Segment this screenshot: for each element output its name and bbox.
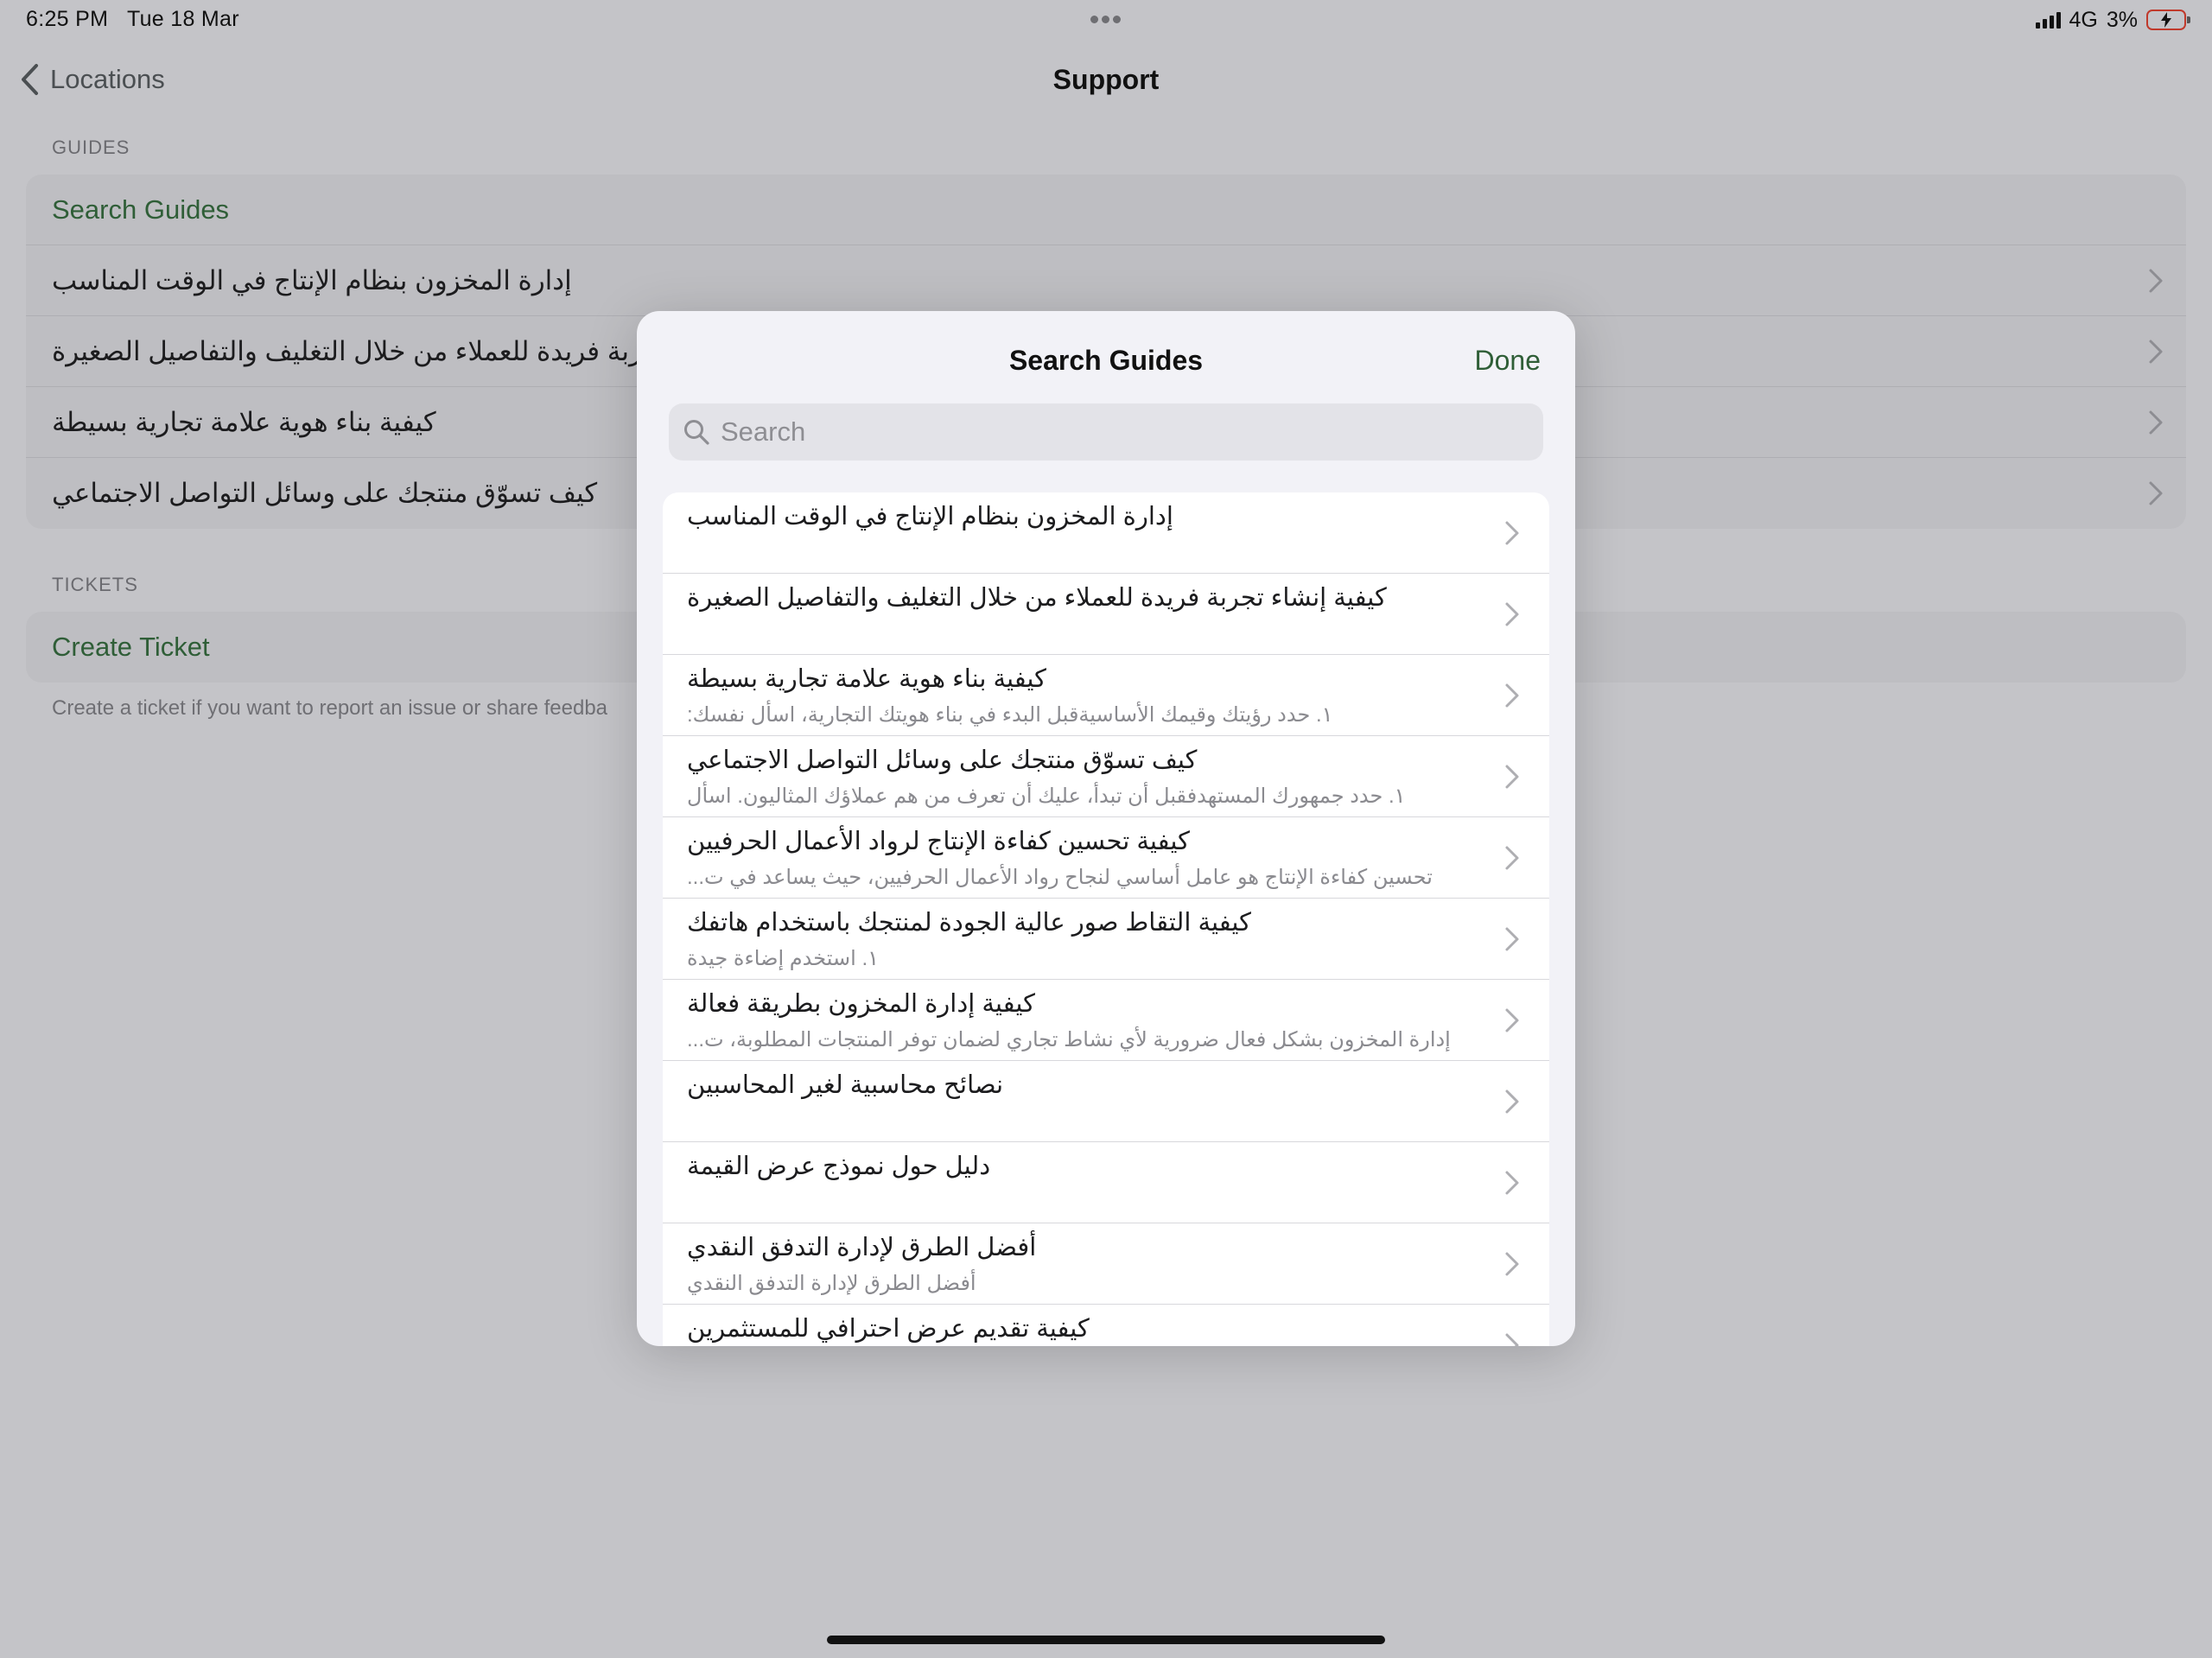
list-item[interactable]: كيفية إدارة المخزون بطريقة فعالة إدارة ا…	[663, 980, 1549, 1061]
guide-row-label: كيفية بناء هوية علامة تجارية بسيطة	[52, 406, 436, 437]
list-item[interactable]: إدارة المخزون بنظام الإنتاج في الوقت الم…	[663, 492, 1549, 574]
search-bar[interactable]	[669, 403, 1543, 461]
page-title: Support	[1052, 64, 1160, 95]
search-results-list: إدارة المخزون بنظام الإنتاج في الوقت الم…	[663, 492, 1549, 1346]
list-item[interactable]: دليل حول نموذج عرض القيمة	[663, 1142, 1549, 1223]
tickets-footer-text: Create a ticket if you want to report an…	[52, 696, 608, 720]
chevron-right-icon	[2149, 340, 2163, 364]
chevron-right-icon	[1505, 1171, 1519, 1195]
list-item-subtitle: أفضل الطرق لإدارة التدفق النقدي	[687, 1272, 976, 1295]
status-indicators: 4G 3%	[2035, 5, 2190, 35]
list-item[interactable]: كيفية تقديم عرض احترافي للمستثمرين	[663, 1305, 1549, 1346]
guide-row-label: كيف تسوّق منتجك على وسائل التواصل الاجتم…	[52, 478, 598, 508]
list-item-title: كيفية تحسين كفاءة الإنتاج لرواد الأعمال …	[687, 828, 1190, 855]
create-ticket-label: Create Ticket	[52, 632, 210, 662]
list-item-subtitle: تحسين كفاءة الإنتاج هو عامل أساسي لنجاح …	[687, 866, 1433, 889]
list-item-title: إدارة المخزون بنظام الإنتاج في الوقت الم…	[687, 503, 1173, 530]
chevron-right-icon	[1505, 521, 1519, 545]
search-guides-modal: Search Guides Done إدارة المخزون بنظام ا…	[637, 311, 1575, 1346]
modal-title: Search Guides	[1008, 345, 1204, 376]
list-item-title: كيفية تقديم عرض احترافي للمستثمرين	[687, 1315, 1090, 1343]
list-item[interactable]: كيف تسوّق منتجك على وسائل التواصل الاجتم…	[663, 736, 1549, 817]
chevron-right-icon	[2149, 481, 2163, 505]
chevron-right-icon	[1505, 1089, 1519, 1114]
chevron-right-icon	[1505, 683, 1519, 708]
chevron-right-icon	[1505, 602, 1519, 626]
battery-percentage: 3%	[2106, 7, 2138, 32]
battery-charging-icon	[2146, 10, 2190, 30]
list-item-title: كيفية التقاط صور عالية الجودة لمنتجك باس…	[687, 909, 1251, 937]
guides-section-header: GUIDES	[52, 137, 130, 158]
list-item-subtitle: ١. حدد جمهورك المستهدفقبل أن تبدأ، عليك …	[687, 785, 1406, 808]
chevron-right-icon	[1505, 1252, 1519, 1276]
search-guides-row[interactable]: Search Guides	[26, 175, 2186, 245]
done-button[interactable]: Done	[1475, 340, 1541, 380]
list-item-subtitle: ١. حدد رؤيتك وقيمك الأساسيةقبل البدء في …	[687, 703, 1333, 727]
list-item[interactable]: كيفية إنشاء تجربة فريدة للعملاء من خلال …	[663, 574, 1549, 655]
chevron-right-icon	[1505, 765, 1519, 789]
cellular-signal-icon	[2035, 11, 2061, 29]
chevron-right-icon	[1505, 1333, 1519, 1346]
search-input[interactable]	[721, 416, 1498, 448]
list-item-title: كيف تسوّق منتجك على وسائل التواصل الاجتم…	[687, 746, 1198, 774]
search-guides-label: Search Guides	[52, 194, 230, 225]
multitasking-dots-icon[interactable]	[1089, 5, 1123, 31]
status-bar: 6:25 PM Tue 18 Mar 4G 3%	[0, 0, 2212, 40]
status-time: 6:25 PM Tue 18 Mar	[26, 7, 239, 31]
list-item-title: كيفية إدارة المخزون بطريقة فعالة	[687, 990, 1035, 1018]
search-icon	[684, 420, 709, 445]
guide-row[interactable]: إدارة المخزون بنظام الإنتاج في الوقت الم…	[26, 245, 2186, 316]
list-item-title: دليل حول نموذج عرض القيمة	[687, 1153, 991, 1180]
home-indicator[interactable]	[827, 1636, 1385, 1644]
list-item-title: كيفية إنشاء تجربة فريدة للعملاء من خلال …	[687, 584, 1387, 612]
list-item-subtitle: إدارة المخزون بشكل فعال ضرورية لأي نشاط …	[687, 1028, 1451, 1051]
list-item-subtitle: ١. استخدم إضاءة جيدة	[687, 947, 879, 970]
list-item[interactable]: أفضل الطرق لإدارة التدفق النقدي أفضل الط…	[663, 1223, 1549, 1305]
chevron-right-icon	[1505, 927, 1519, 951]
chevron-right-icon	[1505, 1008, 1519, 1032]
list-item-title: كيفية بناء هوية علامة تجارية بسيطة	[687, 665, 1046, 693]
list-item[interactable]: كيفية بناء هوية علامة تجارية بسيطة ١. حد…	[663, 655, 1549, 736]
list-item[interactable]: كيفية تحسين كفاءة الإنتاج لرواد الأعمال …	[663, 817, 1549, 899]
tickets-section-header: TICKETS	[52, 574, 138, 595]
guide-row-label: إدارة المخزون بنظام الإنتاج في الوقت الم…	[52, 264, 572, 295]
list-item[interactable]: كيفية التقاط صور عالية الجودة لمنتجك باس…	[663, 899, 1549, 980]
chevron-right-icon	[2149, 410, 2163, 435]
list-item-title: نصائح محاسبية لغير المحاسبين	[687, 1071, 1004, 1099]
network-type: 4G	[2069, 7, 2098, 32]
list-item-title: أفضل الطرق لإدارة التدفق النقدي	[687, 1234, 1037, 1261]
list-item[interactable]: نصائح محاسبية لغير المحاسبين	[663, 1061, 1549, 1142]
chevron-right-icon	[1505, 846, 1519, 870]
chevron-right-icon	[2149, 269, 2163, 293]
